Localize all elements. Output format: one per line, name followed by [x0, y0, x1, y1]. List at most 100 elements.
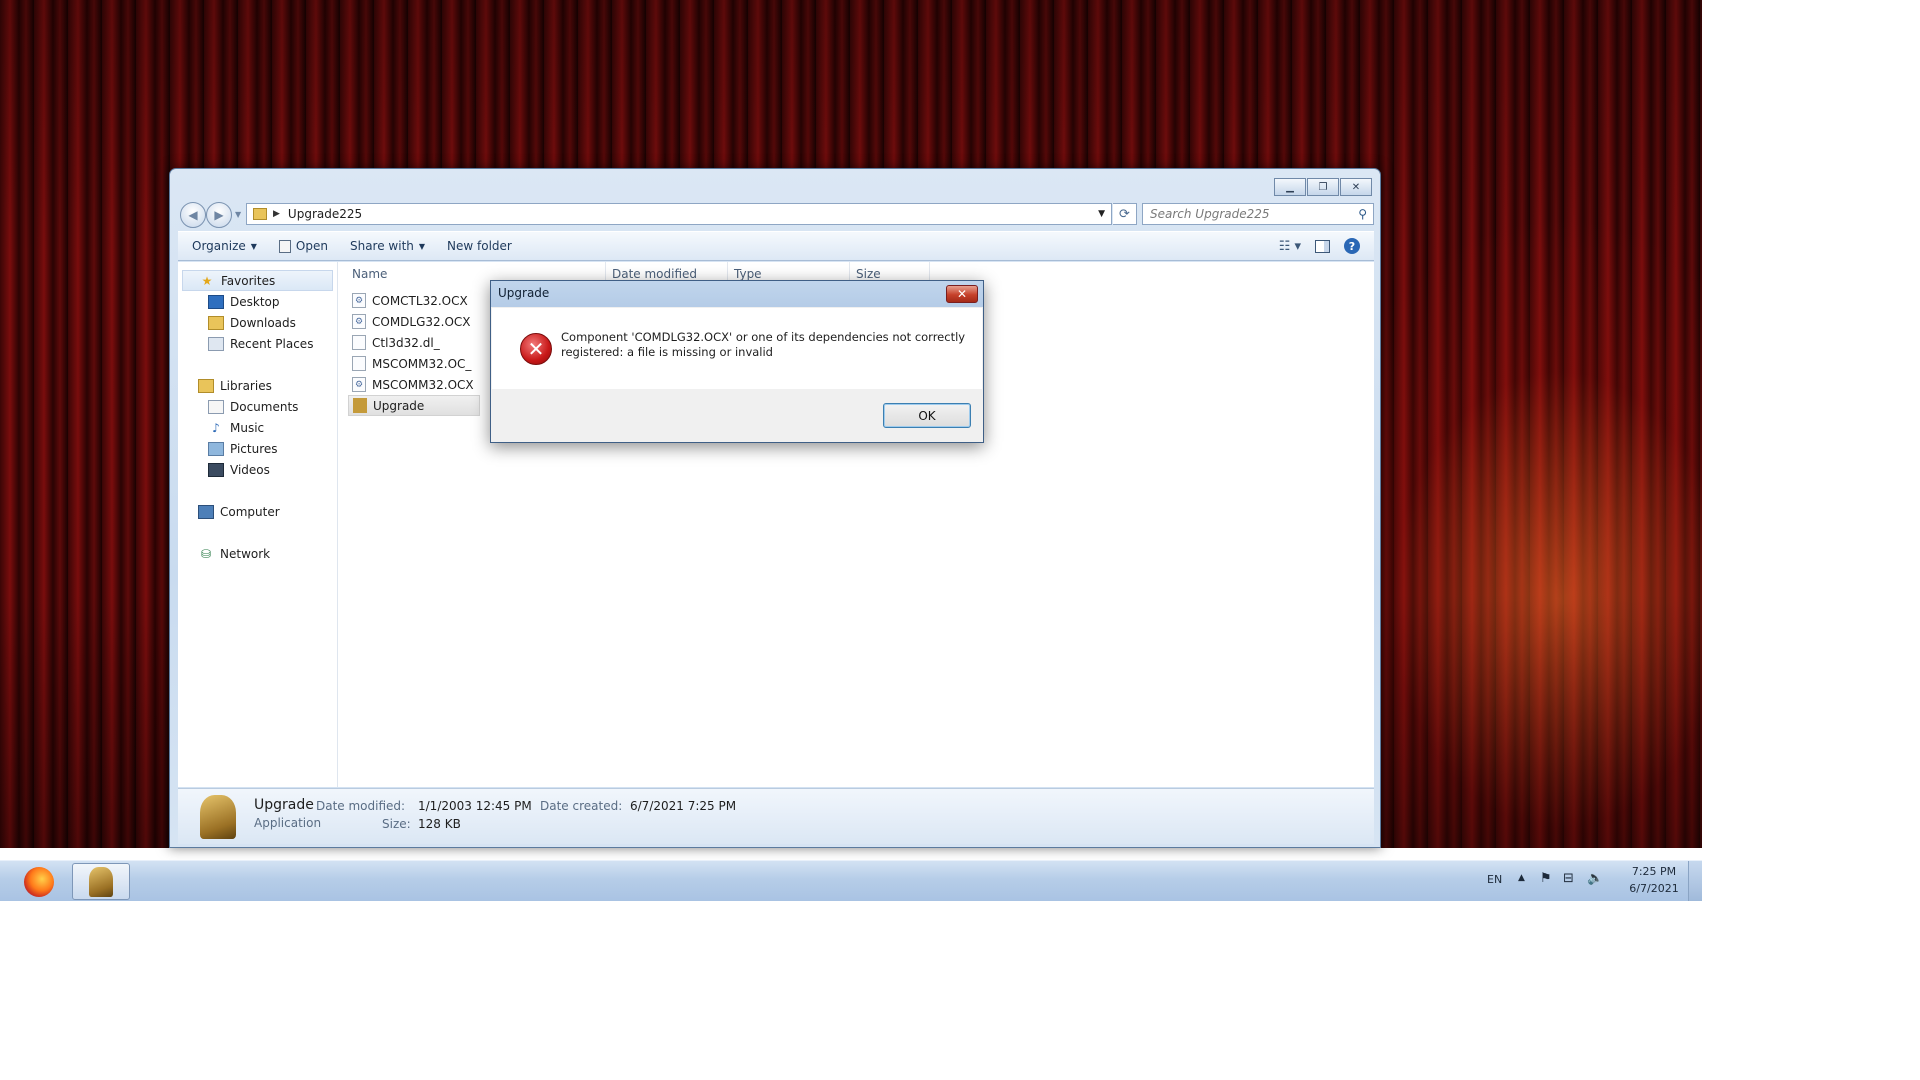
- taskbar-firefox-button[interactable]: [10, 863, 68, 900]
- taskbar: EN ▲ ⚑ ⊟ 🔈 7:25 PM 6/7/2021: [0, 860, 1702, 901]
- back-button[interactable]: ◀: [180, 202, 206, 228]
- nav-label: Favorites: [221, 273, 276, 288]
- volume-icon[interactable]: 🔈: [1587, 871, 1603, 886]
- nav-label: Videos: [230, 462, 270, 477]
- breadcrumb-separator-icon: ▶: [273, 209, 280, 219]
- action-center-flag-icon[interactable]: ⚑: [1540, 871, 1552, 886]
- nav-label: Documents: [230, 399, 299, 414]
- nav-network[interactable]: ⛁ Network: [178, 543, 337, 564]
- new-folder-label: New folder: [447, 239, 512, 253]
- minimize-button[interactable]: ▁: [1274, 178, 1306, 196]
- clock-time[interactable]: 7:25 PM: [1628, 865, 1680, 878]
- new-folder-button[interactable]: New folder: [447, 239, 512, 253]
- file-name: COMDLG32.OCX: [372, 314, 471, 329]
- details-size-label: Size:: [382, 817, 411, 831]
- file-name: Upgrade: [373, 398, 425, 413]
- open-label: Open: [295, 239, 328, 253]
- nav-label: Libraries: [220, 378, 272, 393]
- ocx-file-icon: ⚙: [352, 293, 366, 308]
- pictures-icon: [208, 441, 224, 456]
- videos-icon: [208, 462, 224, 477]
- address-dropdown-icon[interactable]: ▼: [1098, 209, 1105, 219]
- column-label: Name: [352, 267, 388, 281]
- chevron-down-icon: ▼: [418, 241, 426, 251]
- show-desktop-button[interactable]: [1688, 861, 1702, 901]
- close-window-button[interactable]: ✕: [1340, 178, 1372, 196]
- file-row[interactable]: Ctl3d32.dl_: [348, 332, 480, 353]
- nav-computer[interactable]: Computer: [178, 501, 337, 522]
- navigation-pane: ★ Favorites Desktop Downloads Recent Plac…: [178, 262, 338, 787]
- nav-label: Network: [220, 546, 271, 561]
- file-row[interactable]: ⚙ MSCOMM32.OCX: [348, 374, 480, 395]
- forward-button[interactable]: ▶: [206, 202, 232, 228]
- documents-icon: [208, 399, 224, 414]
- share-with-button[interactable]: Share with ▼: [350, 239, 425, 253]
- file-name: MSCOMM32.OCX: [372, 377, 474, 392]
- search-input[interactable]: Search Upgrade225 ⚲: [1142, 203, 1374, 225]
- open-button[interactable]: Open: [278, 239, 328, 253]
- dialog-title: Upgrade: [498, 286, 550, 300]
- dialog-close-button[interactable]: ✕: [946, 285, 978, 303]
- clock-date[interactable]: 6/7/2021: [1628, 882, 1680, 895]
- blank-file-icon: [352, 356, 366, 371]
- chevron-down-icon: ▼: [250, 241, 257, 251]
- language-indicator[interactable]: EN: [1487, 873, 1502, 886]
- nav-documents[interactable]: Documents: [178, 396, 337, 417]
- organize-label: Organize: [192, 239, 246, 253]
- nav-libraries[interactable]: Libraries: [178, 375, 337, 396]
- network-tray-icon[interactable]: ⊟: [1563, 871, 1574, 886]
- dialog-message: Component 'COMDLG32.OCX' or one of its d…: [561, 330, 966, 359]
- preview-pane-icon[interactable]: [1315, 239, 1330, 253]
- command-bar: Organize ▼ Open Share with ▼ New folder ☷ …: [178, 231, 1374, 261]
- details-date-modified: 1/1/2003 12:45 PM: [418, 799, 532, 813]
- column-label: Type: [734, 267, 762, 281]
- close-icon: ✕: [956, 287, 968, 301]
- details-file-kind: Application: [254, 816, 322, 830]
- recent-places-icon: [208, 336, 224, 351]
- minimize-icon: ▁: [1286, 181, 1294, 193]
- file-name: Ctl3d32.dl_: [372, 335, 440, 350]
- ocx-file-icon: ⚙: [352, 377, 366, 392]
- nav-desktop[interactable]: Desktop: [178, 291, 337, 312]
- ok-button[interactable]: OK: [883, 403, 971, 428]
- nav-label: Downloads: [230, 315, 296, 330]
- search-icon: ⚲: [1358, 207, 1367, 221]
- back-arrow-icon: ◀: [188, 208, 198, 222]
- star-icon: ★: [201, 273, 213, 288]
- help-icon[interactable]: ?: [1344, 238, 1360, 254]
- nav-label: Desktop: [230, 294, 280, 309]
- show-hidden-icons-icon[interactable]: ▲: [1518, 873, 1525, 883]
- file-row[interactable]: ⚙ COMCTL32.OCX: [348, 290, 480, 311]
- nav-recent-places[interactable]: Recent Places: [178, 333, 337, 354]
- details-file-name: Upgrade: [254, 797, 314, 813]
- organize-button[interactable]: Organize ▼: [192, 239, 257, 253]
- file-row[interactable]: MSCOMM32.OC_: [348, 353, 480, 374]
- error-x-icon: ✕: [520, 333, 552, 365]
- file-row[interactable]: ⚙ COMDLG32.OCX: [348, 311, 480, 332]
- taskbar-upgrade-button[interactable]: [72, 863, 130, 900]
- computer-icon: [198, 504, 214, 519]
- nav-label: Pictures: [230, 441, 278, 456]
- upgrade-app-icon: [89, 866, 113, 897]
- address-bar[interactable]: ▶ Upgrade225 ▼: [246, 203, 1112, 225]
- navigation-bar: ◀ ▶ ▼ ▶ Upgrade225 ▼ ⟳ Search Upgrade225…: [178, 201, 1374, 228]
- nav-favorites[interactable]: ★ Favorites: [182, 270, 333, 291]
- column-label: Date modified: [612, 267, 698, 281]
- nav-label: Computer: [220, 504, 280, 519]
- maximize-button[interactable]: ❐: [1307, 178, 1339, 196]
- firefox-icon: [24, 866, 54, 897]
- explorer-window: ▁ ❐ ✕ ◀ ▶ ▼ ▶ Upgrade225 ▼ ⟳ Search Upgr…: [169, 168, 1381, 848]
- file-name: COMCTL32.OCX: [372, 293, 468, 308]
- refresh-button[interactable]: ⟳: [1113, 203, 1137, 225]
- nav-music[interactable]: ♪ Music: [178, 417, 337, 438]
- dialog-body: ✕ Component 'COMDLG32.OCX' or one of its…: [492, 308, 982, 389]
- nav-label: Music: [230, 420, 265, 435]
- recent-pages-dropdown[interactable]: ▼: [235, 210, 241, 219]
- breadcrumb[interactable]: Upgrade225: [288, 207, 362, 221]
- nav-pictures[interactable]: Pictures: [178, 438, 337, 459]
- file-row-selected[interactable]: Upgrade: [348, 395, 480, 416]
- nav-downloads[interactable]: Downloads: [178, 312, 337, 333]
- nav-videos[interactable]: Videos: [178, 459, 337, 480]
- share-with-label: Share with: [349, 239, 414, 253]
- change-view-icon[interactable]: ☷ ▾: [1279, 239, 1301, 254]
